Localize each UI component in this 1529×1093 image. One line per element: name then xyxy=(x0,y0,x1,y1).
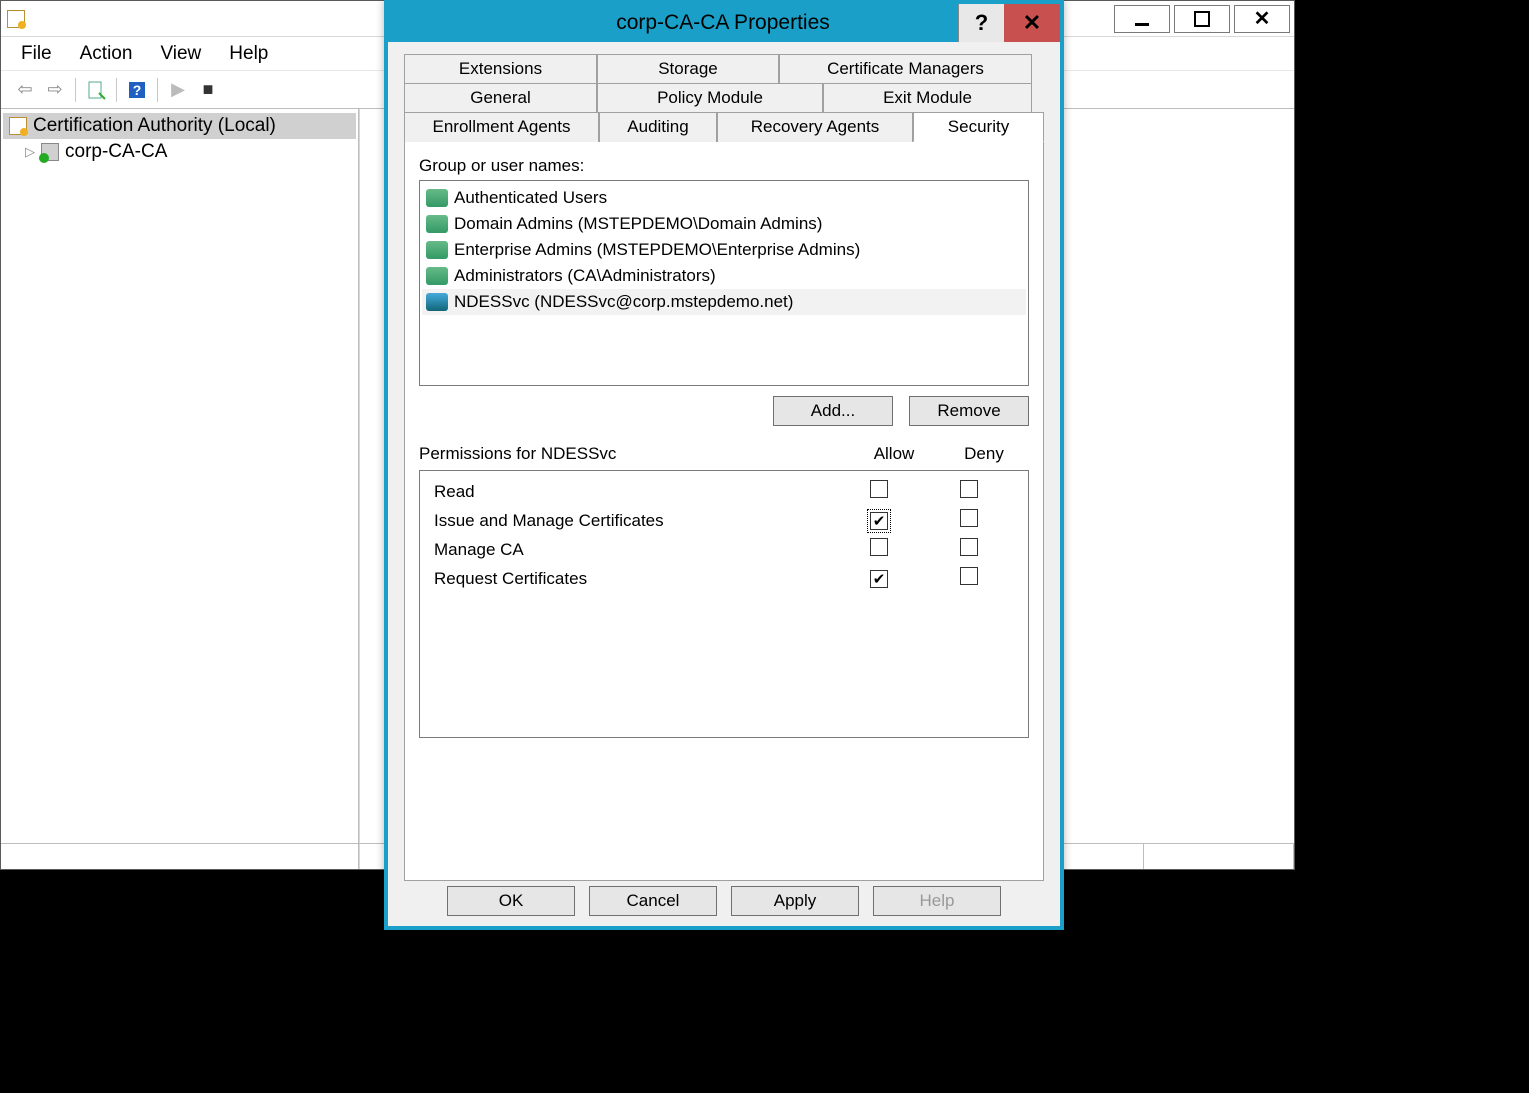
permission-name: Manage CA xyxy=(434,540,834,560)
group-row[interactable]: NDESSvc (NDESSvc@corp.mstepdemo.net) xyxy=(422,289,1026,315)
group-name: Administrators (CA\Administrators) xyxy=(454,266,716,286)
tree-pane: Certification Authority (Local) ▷ corp-C… xyxy=(1,109,359,869)
permission-row: Issue and Manage Certificates ✔ xyxy=(426,506,1022,535)
app-icon xyxy=(7,10,25,28)
dialog-close-button[interactable]: ✕ xyxy=(1004,4,1060,42)
group-icon xyxy=(426,215,448,233)
remove-button[interactable]: Remove xyxy=(909,396,1029,426)
tab-certificate-managers[interactable]: Certificate Managers xyxy=(779,54,1032,83)
tree-root[interactable]: Certification Authority (Local) xyxy=(3,113,356,139)
group-row[interactable]: Enterprise Admins (MSTEPDEMO\Enterprise … xyxy=(422,237,1026,263)
deny-checkbox[interactable] xyxy=(960,567,978,585)
permission-name: Read xyxy=(434,482,834,502)
allow-checkbox[interactable]: ✔ xyxy=(870,512,888,530)
ca-root-icon xyxy=(9,117,27,135)
menu-help[interactable]: Help xyxy=(229,43,268,65)
group-icon xyxy=(426,267,448,285)
ca-server-icon xyxy=(41,143,59,161)
menu-view[interactable]: View xyxy=(160,43,201,65)
allow-checkbox[interactable]: ✔ xyxy=(870,570,888,588)
group-row[interactable]: Authenticated Users xyxy=(422,185,1026,211)
tab-policy-module[interactable]: Policy Module xyxy=(597,83,823,112)
tab-extensions[interactable]: Extensions xyxy=(404,54,597,83)
tab-general[interactable]: General xyxy=(404,83,597,112)
dialog-footer: OK Cancel Apply Help xyxy=(388,886,1060,916)
group-name: Authenticated Users xyxy=(454,188,607,208)
deny-header: Deny xyxy=(939,444,1029,464)
svg-text:?: ? xyxy=(133,82,142,98)
dialog-help-button[interactable]: ? xyxy=(958,4,1004,42)
tab-exit-module[interactable]: Exit Module xyxy=(823,83,1032,112)
tab-storage[interactable]: Storage xyxy=(597,54,779,83)
minimize-button[interactable] xyxy=(1114,5,1170,33)
tree-child[interactable]: ▷ corp-CA-CA xyxy=(3,139,356,165)
permission-name: Request Certificates xyxy=(434,569,834,589)
permission-row: Request Certificates ✔ xyxy=(426,564,1022,593)
tab-enrollment-agents[interactable]: Enrollment Agents xyxy=(404,112,599,142)
menu-action[interactable]: Action xyxy=(80,43,133,65)
tab-control: ExtensionsStorageCertificate Managers Ge… xyxy=(404,54,1044,881)
stop-icon[interactable]: ■ xyxy=(194,76,222,104)
tab-recovery-agents[interactable]: Recovery Agents xyxy=(717,112,913,142)
forward-button[interactable]: ⇨ xyxy=(41,76,69,104)
group-row[interactable]: Administrators (CA\Administrators) xyxy=(422,263,1026,289)
dialog-title: corp-CA-CA Properties xyxy=(388,11,958,35)
group-name: NDESSvc (NDESSvc@corp.mstepdemo.net) xyxy=(454,292,793,312)
group-label: Group or user names: xyxy=(419,156,1029,176)
maximize-button[interactable] xyxy=(1174,5,1230,33)
user-icon xyxy=(426,293,448,311)
deny-checkbox[interactable] xyxy=(960,480,978,498)
allow-checkbox[interactable] xyxy=(870,480,888,498)
allow-header: Allow xyxy=(849,444,939,464)
play-icon[interactable]: ▶ xyxy=(164,76,192,104)
deny-checkbox[interactable] xyxy=(960,538,978,556)
tree-child-label: corp-CA-CA xyxy=(65,141,167,163)
tree-root-label: Certification Authority (Local) xyxy=(33,115,276,137)
help-icon[interactable]: ? xyxy=(123,76,151,104)
tab-security[interactable]: Security xyxy=(913,112,1044,142)
perm-header: Permissions for NDESSvc xyxy=(419,444,849,464)
group-listbox[interactable]: Authenticated Users Domain Admins (MSTEPD… xyxy=(419,180,1029,386)
group-icon xyxy=(426,241,448,259)
menu-file[interactable]: File xyxy=(21,43,52,65)
expand-icon[interactable]: ▷ xyxy=(25,144,35,160)
allow-checkbox[interactable] xyxy=(870,538,888,556)
tab-auditing[interactable]: Auditing xyxy=(599,112,717,142)
help-button[interactable]: Help xyxy=(873,886,1001,916)
permission-row: Read xyxy=(426,477,1022,506)
dialog-titlebar[interactable]: corp-CA-CA Properties ? ✕ xyxy=(388,4,1060,42)
apply-button[interactable]: Apply xyxy=(731,886,859,916)
ok-button[interactable]: OK xyxy=(447,886,575,916)
group-row[interactable]: Domain Admins (MSTEPDEMO\Domain Admins) xyxy=(422,211,1026,237)
properties-icon[interactable] xyxy=(82,76,110,104)
back-button[interactable]: ⇦ xyxy=(11,76,39,104)
close-button[interactable]: ✕ xyxy=(1234,5,1290,33)
permissions-listbox: Read Issue and Manage Certificates ✔ Manage… xyxy=(419,470,1029,738)
add-button[interactable]: Add... xyxy=(773,396,893,426)
permission-row: Manage CA xyxy=(426,535,1022,564)
security-tab-panel: Group or user names: Authenticated Users… xyxy=(404,141,1044,881)
cancel-button[interactable]: Cancel xyxy=(589,886,717,916)
properties-dialog: corp-CA-CA Properties ? ✕ ExtensionsStor… xyxy=(384,0,1064,930)
permission-name: Issue and Manage Certificates xyxy=(434,511,834,531)
deny-checkbox[interactable] xyxy=(960,509,978,527)
group-name: Domain Admins (MSTEPDEMO\Domain Admins) xyxy=(454,214,822,234)
group-icon xyxy=(426,189,448,207)
group-name: Enterprise Admins (MSTEPDEMO\Enterprise … xyxy=(454,240,860,260)
